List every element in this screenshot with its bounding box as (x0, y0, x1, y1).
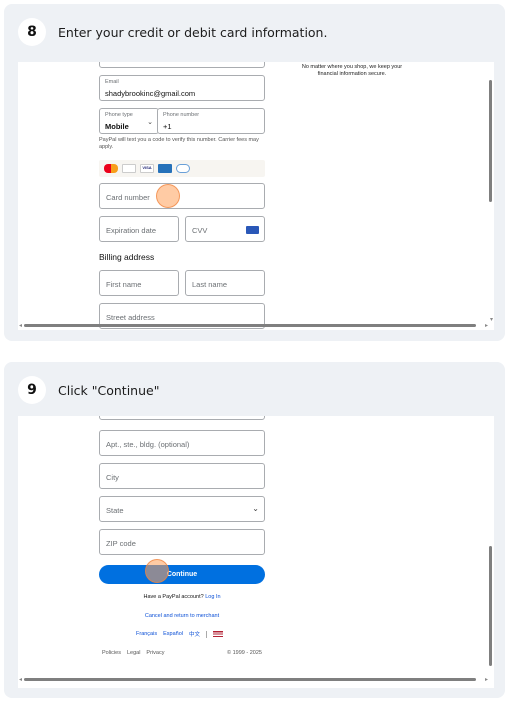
billing-heading: Billing address (99, 252, 155, 262)
card-brands: VISA (99, 160, 265, 177)
visa-icon: VISA (140, 164, 154, 173)
vertical-scrollbar[interactable] (489, 546, 492, 666)
step-card-8: 8 Enter your credit or debit card inform… (4, 4, 505, 341)
email-value: shadybrookinc@gmail.com (105, 89, 196, 98)
footer-links: Policies Legal Privacy (102, 650, 164, 656)
language-link[interactable]: Français (136, 631, 157, 637)
step-header: 9 Click "Continue" (18, 376, 159, 404)
previous-field[interactable] (99, 416, 265, 420)
scroll-right-arrow-icon[interactable]: ▸ (485, 322, 488, 329)
card-back-icon (246, 226, 259, 234)
last-name-field[interactable]: Last name (185, 270, 265, 296)
phone-number-field[interactable]: Phone number +1 (157, 108, 265, 134)
mastercard-icon (104, 164, 118, 173)
last-name-placeholder: Last name (192, 280, 228, 289)
scroll-right-arrow-icon[interactable]: ▸ (485, 676, 488, 683)
phone-number-value: +1 (163, 122, 172, 131)
continue-button[interactable]: Continue (99, 565, 265, 584)
phone-type-value: Mobile (105, 122, 129, 131)
phone-type-label: Phone type (105, 112, 133, 118)
apt-field[interactable]: Apt., ste., bldg. (optional) (99, 430, 265, 456)
chevron-down-icon: ⌄ (147, 119, 153, 126)
footer-link[interactable]: Privacy (146, 650, 164, 656)
card-number-placeholder: Card number (106, 193, 150, 202)
vertical-scrollbar[interactable] (489, 80, 492, 202)
phone-number-label: Phone number (163, 112, 200, 118)
step-title: Click "Continue" (58, 382, 160, 398)
expiration-field[interactable]: Expiration date (99, 216, 179, 242)
first-name-placeholder: First name (106, 280, 142, 289)
zip-field[interactable]: ZIP code (99, 529, 265, 555)
click-marker (156, 184, 180, 208)
step-header: 8 Enter your credit or debit card inform… (18, 18, 327, 46)
apt-placeholder: Apt., ste., bldg. (optional) (106, 440, 190, 449)
phone-type-select[interactable]: Phone type Mobile ⌄ (99, 108, 159, 134)
street-placeholder: Street address (106, 313, 155, 322)
language-link[interactable]: 中文 (189, 630, 200, 638)
chevron-down-icon: ⌄ (252, 504, 259, 513)
divider (206, 630, 207, 638)
step-card-9: 9 Click "Continue" Apt., ste., bldg. (op… (4, 362, 505, 698)
state-select[interactable]: State ⌄ (99, 496, 265, 522)
zip-placeholder: ZIP code (106, 539, 136, 548)
email-field[interactable]: Email shadybrookinc@gmail.com (99, 75, 265, 101)
phone-note: PayPal will text you a code to verify th… (99, 137, 259, 151)
us-flag-icon[interactable] (213, 631, 223, 637)
amex-icon (158, 164, 172, 173)
discover-icon (122, 164, 136, 173)
step-number: 9 (18, 376, 46, 404)
horizontal-scrollbar[interactable] (24, 678, 476, 681)
login-link[interactable]: Log In (205, 594, 220, 600)
footer-link[interactable]: Policies (102, 650, 121, 656)
state-placeholder: State (106, 506, 124, 515)
security-note: No matter where you shop, we keep your f… (301, 64, 403, 78)
cvv-placeholder: CVV (192, 226, 208, 235)
login-prompt: Have a PayPal account? Log In (99, 594, 265, 600)
cvv-field[interactable]: CVV (185, 216, 265, 242)
click-marker (145, 559, 169, 583)
scroll-left-arrow-icon[interactable]: ◂ (19, 322, 22, 329)
language-links: Français Español 中文 (136, 630, 223, 638)
language-link[interactable]: Español (163, 631, 183, 637)
screenshot-area: No matter where you shop, we keep your f… (18, 62, 494, 330)
screenshot-area: Apt., ste., bldg. (optional) City State … (18, 416, 494, 688)
city-placeholder: City (106, 473, 119, 482)
step-title: Enter your credit or debit card informat… (58, 24, 328, 40)
first-name-field[interactable]: First name (99, 270, 179, 296)
diners-icon (176, 164, 190, 173)
scroll-down-arrow-icon[interactable]: ▾ (490, 316, 493, 323)
have-account-text: Have a PayPal account? (143, 594, 204, 600)
footer-link[interactable]: Legal (127, 650, 140, 656)
email-label: Email (105, 79, 119, 85)
horizontal-scrollbar[interactable] (24, 324, 476, 327)
step-number: 8 (18, 18, 46, 46)
city-field[interactable]: City (99, 463, 265, 489)
cancel-link[interactable]: Cancel and return to merchant (99, 613, 265, 619)
scroll-left-arrow-icon[interactable]: ◂ (19, 676, 22, 683)
copyright: © 1999 - 2025 (227, 650, 262, 656)
card-number-field[interactable]: Card number (99, 183, 265, 209)
expiration-placeholder: Expiration date (106, 226, 157, 235)
previous-field[interactable] (99, 62, 265, 68)
